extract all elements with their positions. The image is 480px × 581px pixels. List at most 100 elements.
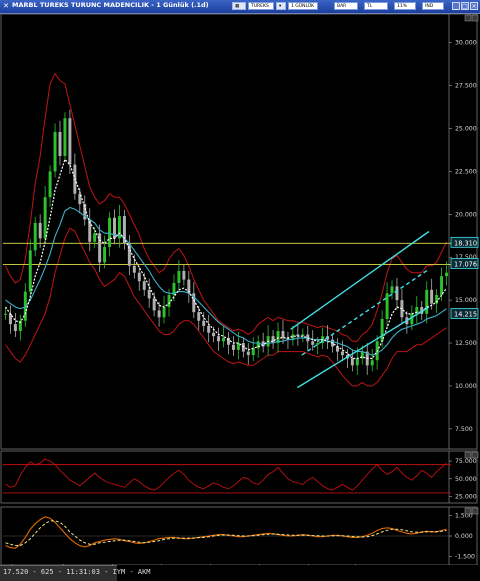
price-tick-label: 10.000 [455,383,477,390]
rsi-line [5,458,447,491]
level-label: 17.076 [454,261,477,269]
price-tick-label: 22.500 [455,168,477,175]
rsi-tick-label: 50.000 [455,476,477,483]
close-button[interactable]: × [470,2,478,10]
candle-body [197,312,201,321]
candle-body [385,293,389,320]
candle-body [43,197,47,239]
maximize-button[interactable]: □ [461,2,469,10]
candle-body [137,272,141,282]
candle-body [231,344,235,350]
candle-body [167,294,171,308]
candle-body [93,233,97,242]
bollinger-lower-line [5,227,447,387]
candle-body [8,313,12,325]
price-tick-label: 30.000 [455,40,477,47]
candle-body [68,118,72,165]
price-tick-label: 12.500 [455,340,477,347]
panel-close-icon [471,507,479,515]
panel-options-icon [464,451,472,459]
candle-body [410,313,414,325]
candle-body [251,348,255,356]
candle-body [271,336,275,344]
period-field[interactable]: 1 GÜNLÜK [288,2,318,10]
candle-body [33,222,37,251]
channel-upper-line [290,230,430,330]
rsi-panel [0,450,478,504]
candle-body [217,336,221,342]
candle-body [256,341,260,349]
price-tick-label: 15.000 [455,297,477,304]
rsi-tick-label: 25.000 [455,493,477,500]
candle-body [241,343,245,352]
current-price-label: 14.215 [454,311,477,319]
candle-body [53,131,57,172]
candle-body [445,272,449,277]
macd-tick-label: -1.500 [455,554,475,561]
candle-body [316,343,320,345]
price-tick-label: 25.000 [455,126,477,133]
candle-body [152,298,156,311]
candle-body [350,358,354,366]
candle-body [246,351,250,356]
fast-moving-average-line [5,158,447,360]
candle-body [202,320,206,326]
candle-body [157,310,161,318]
toolbar-button[interactable]: ▾ [276,2,286,10]
candle-body [430,289,434,304]
chart-type-field[interactable]: BAR [334,2,358,10]
candle-body [281,331,285,338]
candle-body [48,171,52,198]
app-icon: ✕ [3,2,9,10]
candle-body [336,346,339,352]
status-text: 17.520 - 625 - 11:31:03 - IYM - AKM [3,568,151,576]
candle-body [425,289,429,314]
candle-body [182,270,186,280]
candle-body [108,217,112,247]
minimize-button[interactable]: _ [452,2,460,10]
panel-close-icon [471,14,479,22]
candle-body [207,325,211,333]
toolbar-color-button[interactable]: ▦ [232,2,246,10]
channel-middle-line [301,268,430,356]
candle-body [147,289,151,299]
indicator-field[interactable]: IND [422,2,444,10]
candle-body [177,270,181,283]
candle-body [340,351,344,356]
macd-line [5,516,447,549]
title-bar: ✕ MARBL TUREKS TURUNC MADENCILIK - 1 Gün… [0,0,480,14]
candle-body [13,324,17,332]
candle-body [390,286,394,294]
panel-options-icon [464,507,472,515]
candle-body [3,313,7,315]
candle-body [355,358,359,366]
candle-body [222,337,226,342]
symbol-field[interactable]: TUREKS [248,2,274,10]
candle-body [28,250,32,292]
candle-body [311,341,315,345]
candle-body [370,360,374,366]
channel-lower-line [296,306,430,389]
window-title: MARBL TUREKS TURUNC MADENCILIK - 1 Günlü… [12,1,209,9]
scale-field[interactable]: 11% [394,2,416,10]
chart-area[interactable]: 30.00027.50025.00022.50020.00017.50015.0… [0,13,480,565]
price-panel [0,13,478,450]
panel-close-icon [471,451,479,459]
macd-tick-label: 0.000 [455,533,473,540]
candle-body [395,286,399,301]
price-tick-label: 20.000 [455,211,477,218]
candle-body [440,276,444,295]
candle-body [142,281,146,290]
candle-body [162,307,166,318]
macd-signal-line [5,520,447,547]
price-tick-label: 27.500 [455,83,477,90]
rsi-tick-label: 75.000 [455,458,477,465]
candle-body [103,246,107,263]
candle-body [212,332,216,337]
candle-body [38,222,42,239]
candle-body [63,118,67,156]
candle-body [58,131,62,156]
currency-field[interactable]: TL [364,2,388,10]
bollinger-upper-line [5,72,447,342]
price-tick-label: 7.500 [455,426,473,433]
